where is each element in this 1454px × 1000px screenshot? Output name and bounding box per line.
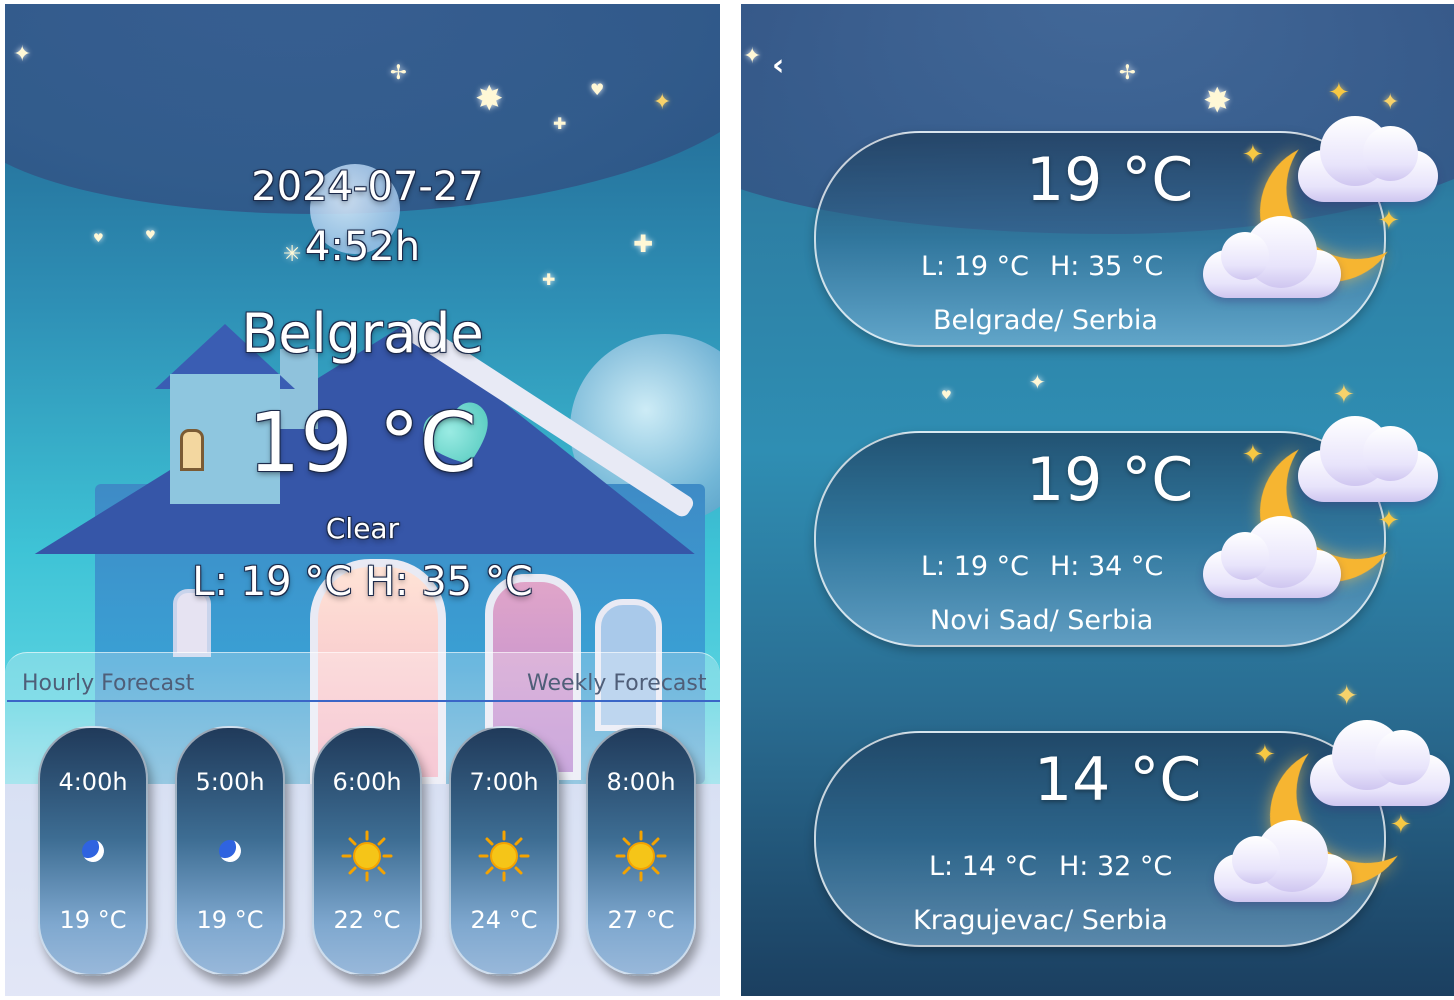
moon-cloud-icon: ✦ ✦ ✦ bbox=[1200, 80, 1440, 310]
sun-icon bbox=[615, 830, 667, 882]
hourly-item[interactable]: 4:00h 19 °C bbox=[38, 726, 148, 976]
hourly-item[interactable]: 8:00h 27 °C bbox=[586, 726, 696, 976]
star-icon: ✦ bbox=[13, 42, 32, 67]
current-low-high: L: 19 °C H: 35 °C bbox=[192, 559, 533, 605]
hourly-temp: 27 °C bbox=[607, 906, 675, 934]
city-temperature: 19 °C bbox=[1026, 445, 1194, 515]
star-icon: ✦ bbox=[1335, 679, 1359, 712]
hourly-item[interactable]: 6:00h 22 °C bbox=[312, 726, 422, 976]
current-time: 4:52h bbox=[304, 224, 421, 270]
heart-star-icon: ♥ bbox=[941, 388, 952, 402]
moon-cloud-icon: ✦ ✦ bbox=[1208, 720, 1450, 910]
city-name: Belgrade/ Serbia bbox=[933, 305, 1158, 336]
current-condition: Clear bbox=[325, 512, 400, 545]
hourly-temp: 22 °C bbox=[333, 906, 401, 934]
current-date: 2024-07-27 bbox=[251, 164, 484, 210]
city-high: H: 35 °C bbox=[1050, 251, 1164, 282]
hourly-item[interactable]: 7:00h 24 °C bbox=[449, 726, 559, 976]
city-high: H: 34 °C bbox=[1050, 551, 1164, 582]
star-icon: ✢ bbox=[1119, 60, 1136, 84]
city-name: Kragujevac/ Serbia bbox=[913, 905, 1168, 936]
tab-weekly-forecast[interactable]: Weekly Forecast bbox=[527, 671, 707, 696]
hourly-item[interactable]: 5:00h 19 °C bbox=[175, 726, 285, 976]
star-icon: ✦ bbox=[743, 44, 762, 69]
current-city: Belgrade bbox=[241, 302, 484, 365]
hourly-time: 5:00h bbox=[195, 768, 265, 796]
city-temperature: 19 °C bbox=[1026, 145, 1194, 215]
sun-icon bbox=[478, 830, 530, 882]
city-temperature: 14 °C bbox=[1034, 745, 1202, 815]
city-name: Novi Sad/ Serbia bbox=[930, 605, 1154, 636]
tab-underline bbox=[7, 700, 720, 702]
star-icon: ✚ bbox=[542, 270, 556, 289]
hourly-time: 4:00h bbox=[58, 768, 128, 796]
moon-cloud-icon: ✦ ✦ bbox=[1200, 416, 1440, 610]
city-low: L: 14 °C bbox=[929, 851, 1038, 882]
current-temperature: 19 °C bbox=[248, 396, 477, 491]
city-low: L: 19 °C bbox=[921, 551, 1030, 582]
heart-star-icon: ♥ bbox=[590, 80, 605, 99]
star-icon: ✚ bbox=[553, 114, 567, 133]
star-icon: ✦ bbox=[1029, 370, 1046, 394]
star-icon: ✦ bbox=[1381, 90, 1400, 115]
hourly-temp: 19 °C bbox=[59, 906, 127, 934]
star-icon: ✢ bbox=[390, 60, 407, 84]
moon-icon bbox=[215, 836, 245, 866]
hourly-temp: 19 °C bbox=[196, 906, 264, 934]
hourly-time: 7:00h bbox=[469, 768, 539, 796]
hourly-time: 8:00h bbox=[606, 768, 676, 796]
star-icon: ✸ bbox=[475, 79, 504, 119]
hourly-time: 6:00h bbox=[332, 768, 402, 796]
current-weather-screen: ✦ ✢ ✸ ✦ ♥ ✚ ✚ ✚ ✳ ♥ ♥ 2024-07-27 4:52h B… bbox=[5, 4, 720, 996]
moon-icon bbox=[78, 836, 108, 866]
hourly-temp: 24 °C bbox=[470, 906, 538, 934]
city-low: L: 19 °C bbox=[921, 251, 1030, 282]
back-chevron-icon[interactable]: ‹ bbox=[772, 48, 784, 83]
star-icon: ✸ bbox=[1203, 81, 1232, 121]
city-high: H: 32 °C bbox=[1059, 851, 1173, 882]
star-icon: ✦ bbox=[1333, 380, 1355, 410]
tab-hourly-forecast[interactable]: Hourly Forecast bbox=[22, 671, 194, 696]
sun-icon bbox=[341, 830, 393, 882]
star-icon: ✦ bbox=[653, 90, 672, 115]
